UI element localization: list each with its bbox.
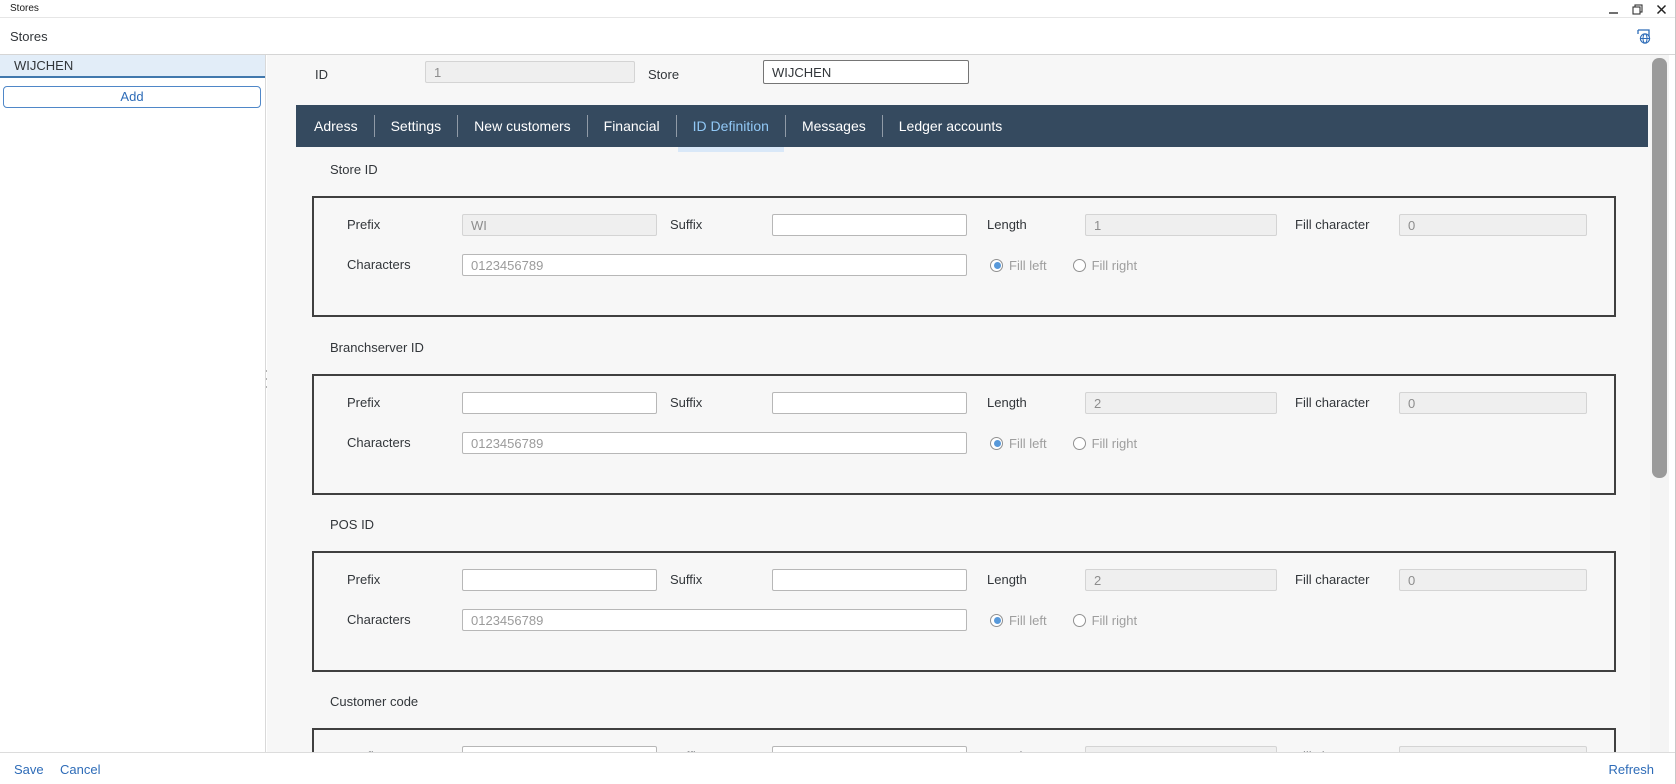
section-title: POS ID	[330, 517, 374, 532]
fill-left-radio[interactable]	[990, 614, 1003, 627]
fill-character-label: Fill character	[1295, 572, 1369, 587]
suffix-label: Suffix	[670, 572, 702, 587]
suffix-label: Suffix	[670, 395, 702, 410]
minimize-icon[interactable]	[1607, 3, 1619, 15]
fill-right-label: Fill right	[1092, 258, 1138, 273]
window-title: Stores	[10, 3, 39, 14]
length-label: Length	[987, 395, 1027, 410]
fill-character-input[interactable]	[1399, 214, 1587, 236]
section-box: Prefix Suffix Length Fill character Char…	[312, 374, 1616, 495]
fill-character-input[interactable]	[1399, 569, 1587, 591]
prefix-label: Prefix	[347, 217, 380, 232]
characters-label: Characters	[347, 257, 411, 272]
characters-label: Characters	[347, 612, 411, 627]
window-titlebar: Stores	[0, 0, 1675, 18]
fill-right-radio[interactable]	[1073, 259, 1086, 272]
page-title: Stores	[10, 29, 48, 44]
fill-character-label: Fill character	[1295, 395, 1369, 410]
restore-icon[interactable]	[1631, 3, 1643, 15]
refresh-button[interactable]: Refresh	[1608, 762, 1654, 777]
close-icon[interactable]	[1655, 3, 1667, 15]
store-label: Store	[648, 67, 679, 82]
footer-bar: Save Cancel Refresh	[0, 752, 1675, 784]
tab-adress[interactable]: Adress	[298, 115, 374, 137]
section-title: Customer code	[330, 694, 418, 709]
add-store-button[interactable]: Add	[3, 86, 261, 108]
tab-settings[interactable]: Settings	[374, 115, 458, 137]
characters-input[interactable]	[462, 609, 967, 631]
suffix-input[interactable]	[772, 392, 967, 414]
length-input[interactable]	[1085, 392, 1277, 414]
tab-bar: AdressSettingsNew customersFinancialID D…	[296, 105, 1648, 147]
store-detail-panel: ID Store AdressSettingsNew customersFina…	[267, 55, 1676, 752]
tab-new-customers[interactable]: New customers	[457, 115, 586, 137]
fill-left-label: Fill left	[1009, 436, 1047, 451]
fill-right-radio[interactable]	[1073, 437, 1086, 450]
section-title: Branchserver ID	[330, 340, 424, 355]
section-box: Prefix Suffix Length Fill character Char…	[312, 728, 1616, 752]
tab-ledger-accounts[interactable]: Ledger accounts	[882, 115, 1019, 137]
id-input[interactable]	[425, 61, 635, 83]
length-input[interactable]	[1085, 569, 1277, 591]
fill-left-radio[interactable]	[990, 259, 1003, 272]
fill-left-label: Fill left	[1009, 258, 1047, 273]
characters-input[interactable]	[462, 432, 967, 454]
suffix-input[interactable]	[772, 569, 967, 591]
fill-left-label: Fill left	[1009, 613, 1047, 628]
prefix-label: Prefix	[347, 572, 380, 587]
prefix-label: Prefix	[347, 395, 380, 410]
characters-label: Characters	[347, 435, 411, 450]
fill-mode-radio-group: Fill left Fill right	[990, 256, 1163, 274]
store-input[interactable]	[763, 60, 969, 84]
fill-character-label: Fill character	[1295, 217, 1369, 232]
fill-mode-radio-group: Fill left Fill right	[990, 434, 1163, 452]
fill-character-input[interactable]	[1399, 392, 1587, 414]
vertical-scrollbar[interactable]	[1650, 55, 1669, 752]
prefix-input[interactable]	[462, 569, 657, 591]
right-margin	[1669, 55, 1676, 752]
fill-right-label: Fill right	[1092, 436, 1138, 451]
window-controls	[1607, 2, 1667, 16]
cancel-button[interactable]: Cancel	[60, 762, 100, 777]
suffix-input[interactable]	[772, 214, 967, 236]
fill-left-radio[interactable]	[990, 437, 1003, 450]
fill-right-label: Fill right	[1092, 613, 1138, 628]
tab-messages[interactable]: Messages	[785, 115, 882, 137]
fill-mode-radio-group: Fill left Fill right	[990, 611, 1163, 629]
fill-right-radio[interactable]	[1073, 614, 1086, 627]
sidebar-item-store[interactable]: WIJCHEN	[0, 55, 265, 78]
suffix-label: Suffix	[670, 217, 702, 232]
prefix-input[interactable]	[462, 392, 657, 414]
tab-financial[interactable]: Financial	[587, 115, 676, 137]
length-label: Length	[987, 572, 1027, 587]
length-input[interactable]	[1085, 214, 1277, 236]
tab-id-definition[interactable]: ID Definition	[676, 115, 785, 137]
save-button[interactable]: Save	[14, 762, 44, 777]
characters-input[interactable]	[462, 254, 967, 276]
stores-window: Stores Stores	[0, 0, 1676, 784]
section-box: Prefix Suffix Length Fill character Char…	[312, 551, 1616, 672]
length-label: Length	[987, 217, 1027, 232]
section-title: Store ID	[330, 162, 378, 177]
section-box: Prefix Suffix Length Fill character Char…	[312, 196, 1616, 317]
id-label: ID	[315, 67, 328, 82]
scrollbar-thumb[interactable]	[1652, 58, 1667, 478]
open-window-globe-icon[interactable]	[1635, 27, 1653, 45]
store-list-sidebar: WIJCHEN Add	[0, 55, 266, 752]
prefix-input[interactable]	[462, 214, 657, 236]
app-header: Stores	[0, 18, 1675, 55]
